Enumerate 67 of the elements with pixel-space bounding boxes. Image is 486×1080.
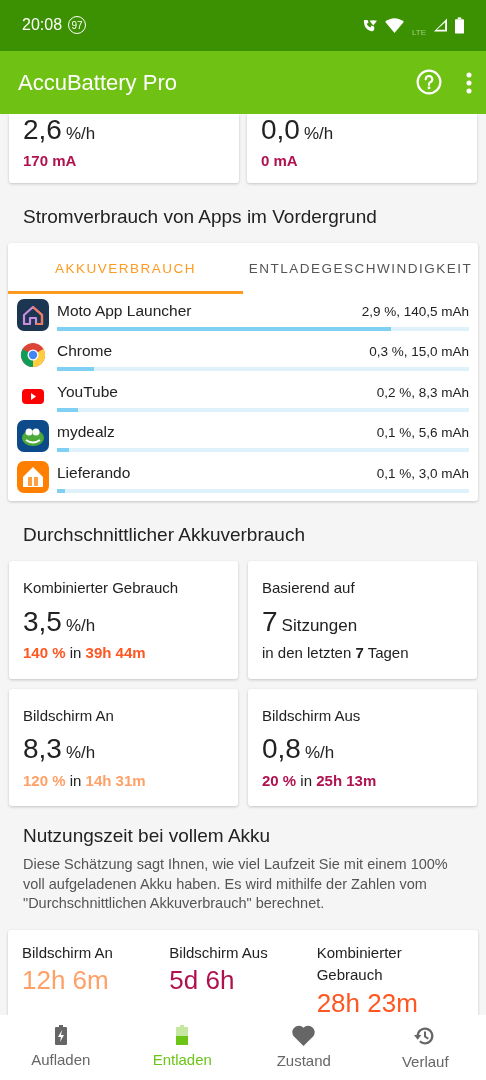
rate-value: 2,6 [23,115,62,144]
help-icon [416,69,442,96]
usage-value: 0,1 %, 3,0 mAh [376,464,469,483]
more-button[interactable] [466,70,472,95]
house-icon [17,460,49,493]
app-row[interactable]: Moto App Launcher 2,9 %, 140,5 mAh [8,294,478,335]
app-name: Chrome [57,341,113,362]
stat-title: Kombinierter Gebrauch [23,578,180,599]
sessions-note: in den letzten 7 Tagen [262,643,410,664]
rate-unit: %/h [65,122,96,145]
drain-summary: 20 % in 25h 13m [262,770,378,791]
nav-tab[interactable]: Verlauf [364,1015,486,1080]
section-heading: Stromverbrauch von Apps im Vordergrund [22,204,378,229]
heart-icon [292,1025,316,1046]
current-value: 170 mA [23,151,78,172]
tab[interactable]: ENTLADEGESCHWINDIGKEIT [243,243,478,295]
section-heading: Durchschnittlicher Akkuverbrauch [22,522,306,547]
stat-title: Bildschirm An [23,705,115,726]
wifi-call-icon [361,18,377,33]
nav-tab[interactable]: Zustand [243,1015,365,1080]
nav-tab[interactable]: Aufladen [0,1015,122,1080]
app-row[interactable]: Lieferando 0,1 %, 3,0 mAh [8,456,478,497]
estimate-value: 12h 6m [22,964,110,997]
app-name: Lieferando [57,462,131,483]
drain-summary: 140 % in 39h 44m [23,643,147,664]
app-row[interactable]: Chrome 0,3 %, 15,0 mAh [8,334,478,376]
app-title: AccuBattery Pro [18,68,178,97]
estimate-label: Kombinierter Gebrauch [316,942,403,986]
estimate-value: 28h 23m [316,986,419,1015]
estimate-label: Bildschirm Aus [169,942,269,963]
app-name: Moto App Launcher [57,300,192,321]
stat-unit: %/h [65,614,96,637]
drain-summary: 120 % in 14h 31m [23,770,147,791]
estimate-value: 5d 6h [169,964,236,997]
network-type: LTE [411,27,426,40]
stat-value: 7 [262,607,278,636]
section-heading: Nutzungszeit bei vollem Akku [22,824,272,849]
stat-value: 0,8 [262,735,301,764]
stat-value: 3,5 [23,607,62,636]
stat-title: Bildschirm Aus [262,705,362,726]
wifi-icon [384,18,404,33]
help-button[interactable] [416,69,442,96]
house-icon [17,298,49,331]
stat-unit: Sitzungen [281,614,358,637]
battery-level-icon [176,1025,189,1045]
app-row[interactable]: mydealz 0,1 %, 5,6 mAh [8,415,478,457]
app-name: YouTube [57,381,118,402]
estimate-label: Bildschirm An [22,942,114,963]
rate-unit: %/h [303,122,334,145]
signal-icon [434,18,447,33]
battery-icon [455,17,464,34]
current-value: 0 mA [261,151,299,172]
description-text: Diese Schätzung sagt Ihnen, wie viel Laufzeit Sie mit einem 100% voll aufgeladenen Akku haben. Es wird mithilfe der Zahlen vom "Durchschnittlichen Akkuverbrauch" berechnet. [22,854,449,914]
stat-title: Basierend auf [262,578,356,599]
stat-unit: %/h [304,742,335,765]
stat-unit: %/h [65,742,96,765]
usage-value: 2,9 %, 140,5 mAh [361,302,469,321]
stat-value: 8,3 [23,735,62,764]
usage-value: 0,2 %, 8,3 mAh [376,383,469,402]
app-name: mydealz [57,422,115,443]
usage-value: 0,3 %, 15,0 mAh [369,343,469,362]
clock-time: 20:08 [22,15,63,36]
more-icon [466,72,472,95]
usage-value: 0,1 %, 5,6 mAh [376,424,469,443]
charging-battery-icon [54,1025,67,1045]
rate-value: 0,0 [261,115,300,144]
app-row[interactable]: YouTube 0,2 %, 8,3 mAh [8,375,478,416]
